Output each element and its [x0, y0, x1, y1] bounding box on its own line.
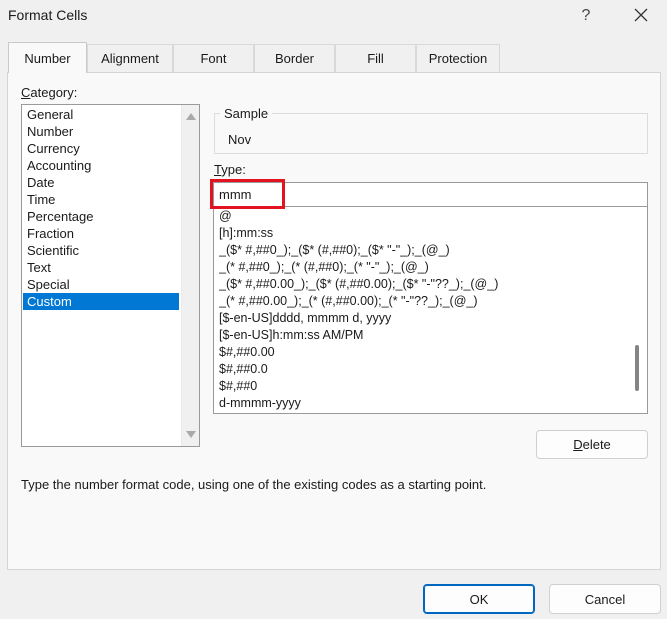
- tab-border[interactable]: Border: [254, 44, 335, 72]
- category-item-fraction[interactable]: Fraction: [23, 225, 179, 242]
- category-item-text[interactable]: Text: [23, 259, 179, 276]
- category-item-date[interactable]: Date: [23, 174, 179, 191]
- tab-protection[interactable]: Protection: [416, 44, 500, 72]
- type-label: Type:: [214, 162, 246, 177]
- category-label: Category:: [21, 85, 78, 100]
- format-item[interactable]: d-mmmm-yyyy: [219, 395, 627, 412]
- type-input[interactable]: [213, 182, 648, 207]
- tab-font[interactable]: Font: [173, 44, 254, 72]
- format-item[interactable]: [h]:mm:ss: [219, 225, 627, 242]
- format-item[interactable]: $#,##0: [219, 378, 627, 395]
- format-item[interactable]: $#,##0.00: [219, 344, 627, 361]
- close-button[interactable]: [627, 3, 655, 29]
- category-item-special[interactable]: Special: [23, 276, 179, 293]
- scrollbar-thumb[interactable]: [635, 345, 639, 391]
- category-item-currency[interactable]: Currency: [23, 140, 179, 157]
- close-icon: [634, 8, 648, 22]
- format-item[interactable]: $#,##0.0: [219, 361, 627, 378]
- ok-button[interactable]: OK: [423, 584, 535, 614]
- tab-number[interactable]: Number: [8, 42, 87, 73]
- delete-button[interactable]: Delete: [536, 430, 648, 459]
- format-item[interactable]: [$-en-US]h:mm:ss AM/PM: [219, 327, 627, 344]
- hint-text: Type the number format code, using one o…: [21, 477, 487, 492]
- category-item-scientific[interactable]: Scientific: [23, 242, 179, 259]
- sample-label: Sample: [220, 106, 273, 121]
- tab-fill[interactable]: Fill: [335, 44, 416, 72]
- category-item-accounting[interactable]: Accounting: [23, 157, 179, 174]
- tab-alignment[interactable]: Alignment: [87, 44, 173, 72]
- category-list[interactable]: General Number Currency Accounting Date …: [21, 104, 200, 447]
- category-item-number[interactable]: Number: [23, 123, 179, 140]
- format-item[interactable]: @: [219, 208, 627, 225]
- category-item-time[interactable]: Time: [23, 191, 179, 208]
- category-scrollbar[interactable]: [181, 105, 199, 446]
- scroll-down-arrow-icon[interactable]: [186, 431, 196, 438]
- cancel-button[interactable]: Cancel: [549, 584, 661, 614]
- format-item[interactable]: _(* #,##0_);_(* (#,##0);_(* "-"_);_(@_): [219, 259, 627, 276]
- format-item[interactable]: [$-en-US]dddd, mmmm d, yyyy: [219, 310, 627, 327]
- format-code-list[interactable]: @ [h]:mm:ss _($* #,##0_);_($* (#,##0);_(…: [213, 207, 648, 414]
- window-title: Format Cells: [8, 7, 88, 23]
- scroll-up-arrow-icon[interactable]: [186, 113, 196, 120]
- title-bar: [0, 0, 667, 34]
- category-item-general[interactable]: General: [23, 106, 179, 123]
- category-item-percentage[interactable]: Percentage: [23, 208, 179, 225]
- format-list-scrollbar[interactable]: [628, 207, 647, 413]
- sample-group: [214, 113, 648, 154]
- category-item-custom[interactable]: Custom: [23, 293, 179, 310]
- help-button[interactable]: ?: [572, 4, 600, 28]
- format-item[interactable]: _($* #,##0.00_);_($* (#,##0.00);_($* "-"…: [219, 276, 627, 293]
- sample-value: Nov: [228, 132, 252, 147]
- format-item[interactable]: _(* #,##0.00_);_(* (#,##0.00);_(* "-"??_…: [219, 293, 627, 310]
- format-item[interactable]: _($* #,##0_);_($* (#,##0);_($* "-"_);_(@…: [219, 242, 627, 259]
